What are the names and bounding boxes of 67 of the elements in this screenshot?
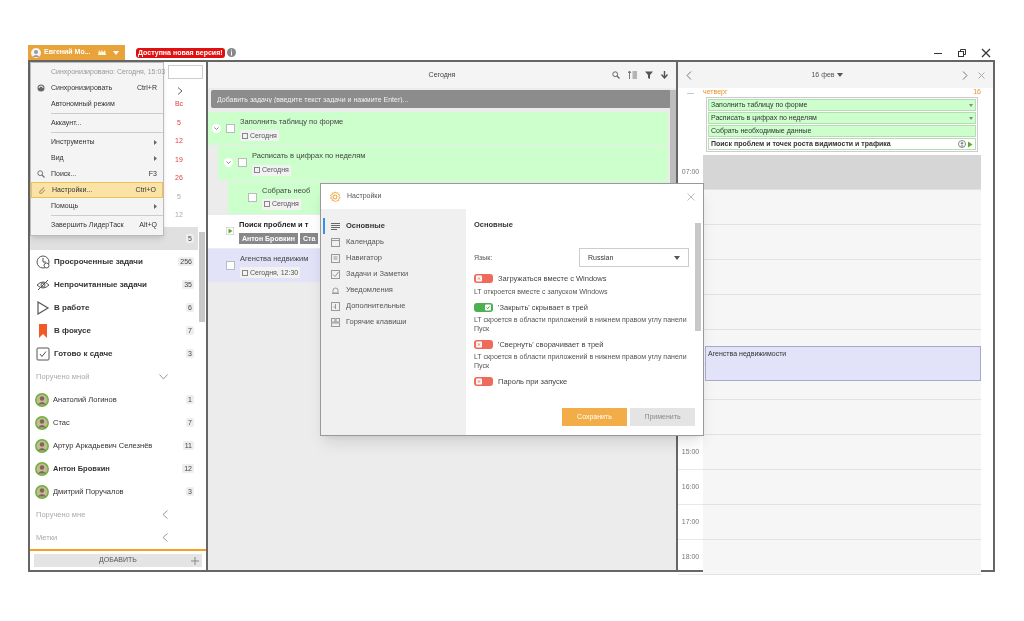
toggle-switch-off[interactable] [474,377,493,387]
submenu-arrow-icon [154,203,157,209]
sort-icon[interactable] [628,71,637,79]
avatar-icon [35,438,49,453]
hour-slot[interactable] [703,295,981,330]
avatar-icon [35,461,49,476]
search-icon [37,170,45,178]
avatar-icon [35,415,49,430]
paperclip-icon [38,186,46,194]
search-field[interactable] [168,65,203,79]
hour-slot[interactable] [703,540,981,575]
scrollbar-thumb[interactable] [199,232,205,322]
hour-slot[interactable] [703,190,981,225]
gear-icon [329,190,341,203]
download-icon[interactable] [661,71,668,79]
hour-slot[interactable] [703,435,981,470]
sync-icon [37,84,45,92]
toggle-switch-off[interactable] [474,339,493,349]
filter-icon[interactable] [645,71,653,79]
avatar-icon [35,484,49,499]
avatar-icon [35,392,49,407]
scrollbar-thumb[interactable] [695,223,701,331]
play-icon[interactable] [226,227,234,236]
task-checkbox[interactable] [226,261,235,271]
search-icon[interactable] [612,71,620,79]
crossed-eye-icon [36,277,50,292]
task-checkbox[interactable] [226,124,235,134]
hour-slot[interactable] [703,155,981,190]
info-icon [226,48,236,57]
clock-icon [36,254,50,269]
maximize-icon[interactable] [957,47,967,58]
play-icon [967,140,973,148]
play-icon [36,300,50,315]
lines-icon [331,221,340,231]
filter-label: В работе [54,301,90,314]
caret-icon [112,50,119,55]
checkbox-icon [331,269,340,279]
hour-slot[interactable] [703,400,981,435]
filter-label: Непрочитанные задачи [54,278,147,291]
submenu-arrow-icon [154,139,157,145]
toggle-switch-on[interactable] [474,302,493,312]
avatar-icon [31,47,41,58]
submenu-arrow-icon [154,155,157,161]
task-checkbox[interactable] [248,192,257,202]
checkbox-icon [36,346,50,361]
bell-icon [331,285,340,295]
chevron-right-icon[interactable] [177,87,183,95]
task-checkbox[interactable] [238,158,247,168]
filter-label: В фокусе [54,324,91,337]
chevron-down-icon[interactable] [224,158,233,168]
chevron-down-icon[interactable] [212,124,221,134]
filter-label: Просроченные задачи [54,255,143,268]
hour-slot[interactable] [703,225,981,260]
caret-icon [674,255,680,260]
chevron-left-icon[interactable] [686,70,692,80]
bookmark-icon [36,323,50,338]
plus-icon [191,556,199,565]
toggle-switch-off[interactable] [474,274,493,284]
hour-slot[interactable] [703,470,981,505]
crown-icon [97,49,106,56]
keyboard-icon [331,317,340,327]
hour-slot[interactable] [703,260,981,295]
caret-icon [836,73,843,77]
close-icon[interactable] [981,47,991,58]
panel-icon [331,301,340,311]
hour-slot[interactable] [703,505,981,540]
filter-label: Готово к сдаче [54,347,113,360]
